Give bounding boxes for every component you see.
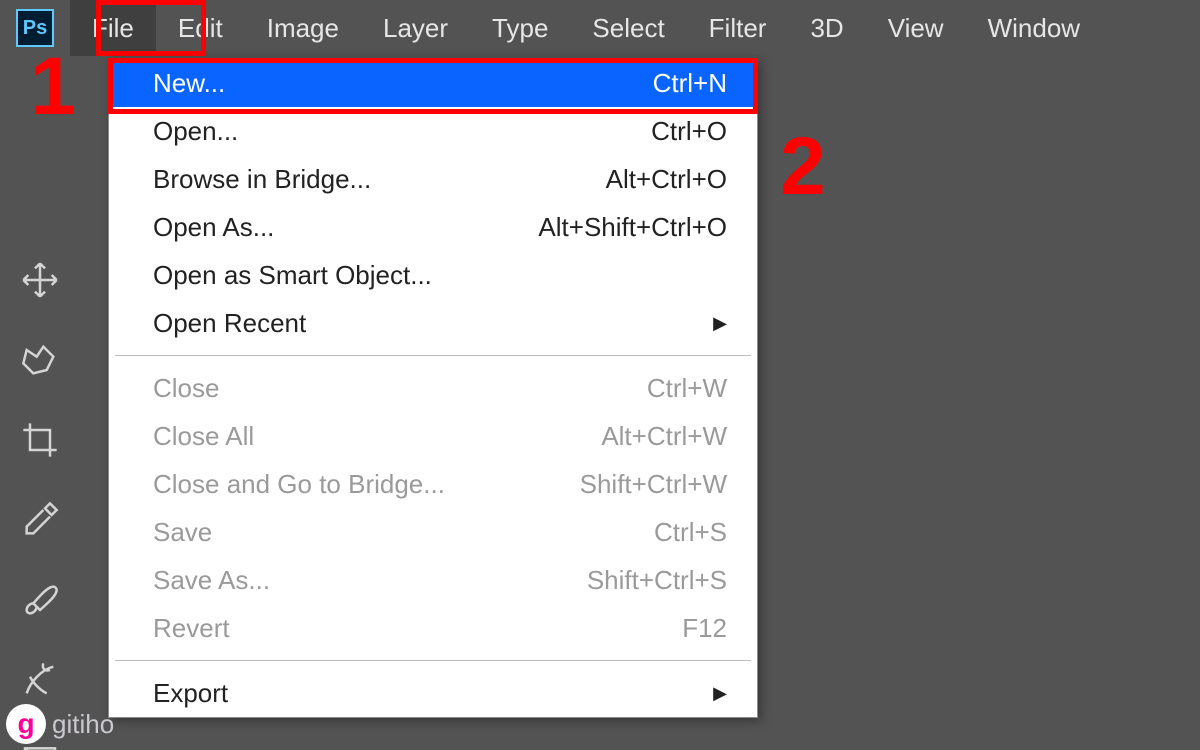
menuitem-open-smart[interactable]: Open as Smart Object... xyxy=(109,251,757,299)
menuitem-close-all[interactable]: Close All Alt+Ctrl+W xyxy=(109,412,757,460)
menuitem-label: Open... xyxy=(153,116,651,147)
menu-label: 3D xyxy=(810,13,843,44)
tools-panel xyxy=(10,250,80,750)
file-dropdown: New... Ctrl+N Open... Ctrl+O Browse in B… xyxy=(108,58,758,718)
menuitem-label: Browse in Bridge... xyxy=(153,164,606,195)
menuitem-close-bridge[interactable]: Close and Go to Bridge... Shift+Ctrl+W xyxy=(109,460,757,508)
submenu-arrow-icon: ▶ xyxy=(713,313,727,334)
menu-label: File xyxy=(92,13,134,44)
brush-tool[interactable] xyxy=(10,570,70,630)
menu-3d[interactable]: 3D xyxy=(788,0,865,56)
menuitem-new[interactable]: New... Ctrl+N xyxy=(109,59,757,107)
menuitem-label: Open As... xyxy=(153,212,538,243)
menu-label: Layer xyxy=(383,13,448,44)
menuitem-save[interactable]: Save Ctrl+S xyxy=(109,508,757,556)
lasso-icon xyxy=(20,340,60,380)
menuitem-label: Revert xyxy=(153,613,682,644)
crop-tool[interactable] xyxy=(10,410,70,470)
photoshop-icon: Ps xyxy=(16,9,54,47)
menuitem-label: Save As... xyxy=(153,565,587,596)
menu-label: Window xyxy=(988,13,1080,44)
menu-view[interactable]: View xyxy=(866,0,966,56)
menuitem-label: Close xyxy=(153,373,647,404)
menuitem-label: Close and Go to Bridge... xyxy=(153,469,580,500)
eyedropper-icon xyxy=(20,500,60,540)
brush-icon xyxy=(20,580,60,620)
menuitem-label: Export xyxy=(153,678,705,709)
menu-layer[interactable]: Layer xyxy=(361,0,470,56)
menu-image[interactable]: Image xyxy=(245,0,361,56)
submenu-arrow-icon: ▶ xyxy=(713,683,727,704)
menu-separator xyxy=(115,660,751,661)
eyedropper-tool[interactable] xyxy=(10,490,70,550)
crop-icon xyxy=(20,420,60,460)
app-logo: Ps xyxy=(0,9,70,47)
menu-label: Type xyxy=(492,13,548,44)
move-icon xyxy=(20,260,60,300)
menu-window[interactable]: Window xyxy=(966,0,1102,56)
menu-type[interactable]: Type xyxy=(470,0,570,56)
menuitem-open[interactable]: Open... Ctrl+O xyxy=(109,107,757,155)
menu-bar: Ps File Edit Image Layer Type Select Fil… xyxy=(0,0,1200,56)
menuitem-label: Close All xyxy=(153,421,601,452)
menuitem-shortcut: F12 xyxy=(682,613,727,644)
menu-select[interactable]: Select xyxy=(570,0,686,56)
menu-label: Image xyxy=(267,13,339,44)
menuitem-label: Open Recent xyxy=(153,308,705,339)
menu-file[interactable]: File xyxy=(70,0,156,56)
menu-label: Select xyxy=(592,13,664,44)
menuitem-open-as[interactable]: Open As... Alt+Shift+Ctrl+O xyxy=(109,203,757,251)
watermark: g gitiho xyxy=(6,704,114,744)
menuitem-browse-bridge[interactable]: Browse in Bridge... Alt+Ctrl+O xyxy=(109,155,757,203)
menuitem-shortcut: Ctrl+O xyxy=(651,116,727,147)
menu-label: View xyxy=(888,13,944,44)
lasso-tool[interactable] xyxy=(10,330,70,390)
menu-edit[interactable]: Edit xyxy=(156,0,245,56)
menuitem-label: Open as Smart Object... xyxy=(153,260,727,291)
menuitem-label: New... xyxy=(153,68,653,99)
menuitem-shortcut: Shift+Ctrl+S xyxy=(587,565,727,596)
menuitem-close[interactable]: Close Ctrl+W xyxy=(109,364,757,412)
menuitem-shortcut: Alt+Ctrl+O xyxy=(606,164,727,195)
menu-label: Filter xyxy=(709,13,767,44)
menuitem-shortcut: Alt+Shift+Ctrl+O xyxy=(538,212,727,243)
menu-separator xyxy=(115,355,751,356)
watermark-text: gitiho xyxy=(52,709,114,740)
annotation-number-2: 2 xyxy=(780,120,826,214)
menuitem-save-as[interactable]: Save As... Shift+Ctrl+S xyxy=(109,556,757,604)
menuitem-label: Save xyxy=(153,517,654,548)
menuitem-shortcut: Ctrl+W xyxy=(647,373,727,404)
menuitem-shortcut: Alt+Ctrl+W xyxy=(601,421,727,452)
menuitem-shortcut: Ctrl+N xyxy=(653,68,727,99)
menu-label: Edit xyxy=(178,13,223,44)
healing-brush-tool[interactable] xyxy=(10,650,70,710)
watermark-icon: g xyxy=(6,704,46,744)
menuitem-shortcut: Ctrl+S xyxy=(654,517,727,548)
menu-filter[interactable]: Filter xyxy=(687,0,789,56)
menuitem-export[interactable]: Export ▶ xyxy=(109,669,757,717)
menuitem-shortcut: Shift+Ctrl+W xyxy=(580,469,727,500)
move-tool[interactable] xyxy=(10,250,70,310)
menuitem-open-recent[interactable]: Open Recent ▶ xyxy=(109,299,757,347)
healing-brush-icon xyxy=(20,660,60,700)
menuitem-revert[interactable]: Revert F12 xyxy=(109,604,757,652)
